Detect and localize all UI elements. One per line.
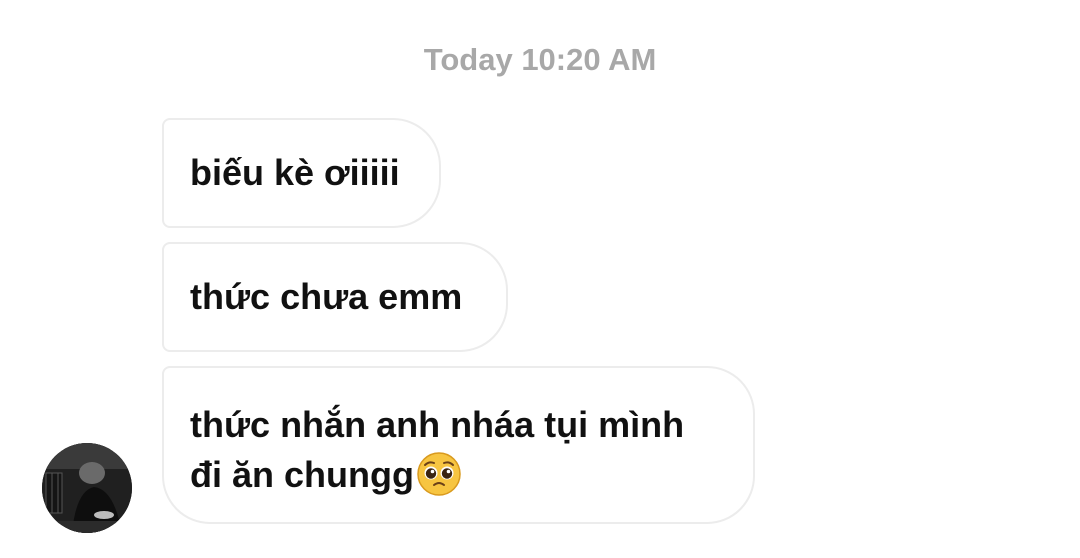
message-bubble[interactable]: thức chưa emm	[162, 242, 508, 352]
message-text-line-1: thức nhắn anh nháa tụi mình	[190, 404, 685, 445]
message-bubble[interactable]: biếu kè ơiiiii	[162, 118, 441, 228]
message-timestamp: Today 10:20 AM	[423, 42, 657, 77]
pleading-face-icon	[416, 451, 462, 497]
message-text: thức chưa emm	[190, 276, 463, 317]
message-text: biếu kè ơiiiii	[190, 152, 400, 193]
message-text-line-2: đi ăn chungg	[190, 454, 414, 495]
message-bubble[interactable]: thức nhắn anh nháa tụi mình đi ăn chungg	[162, 366, 755, 524]
avatar[interactable]	[42, 443, 132, 533]
